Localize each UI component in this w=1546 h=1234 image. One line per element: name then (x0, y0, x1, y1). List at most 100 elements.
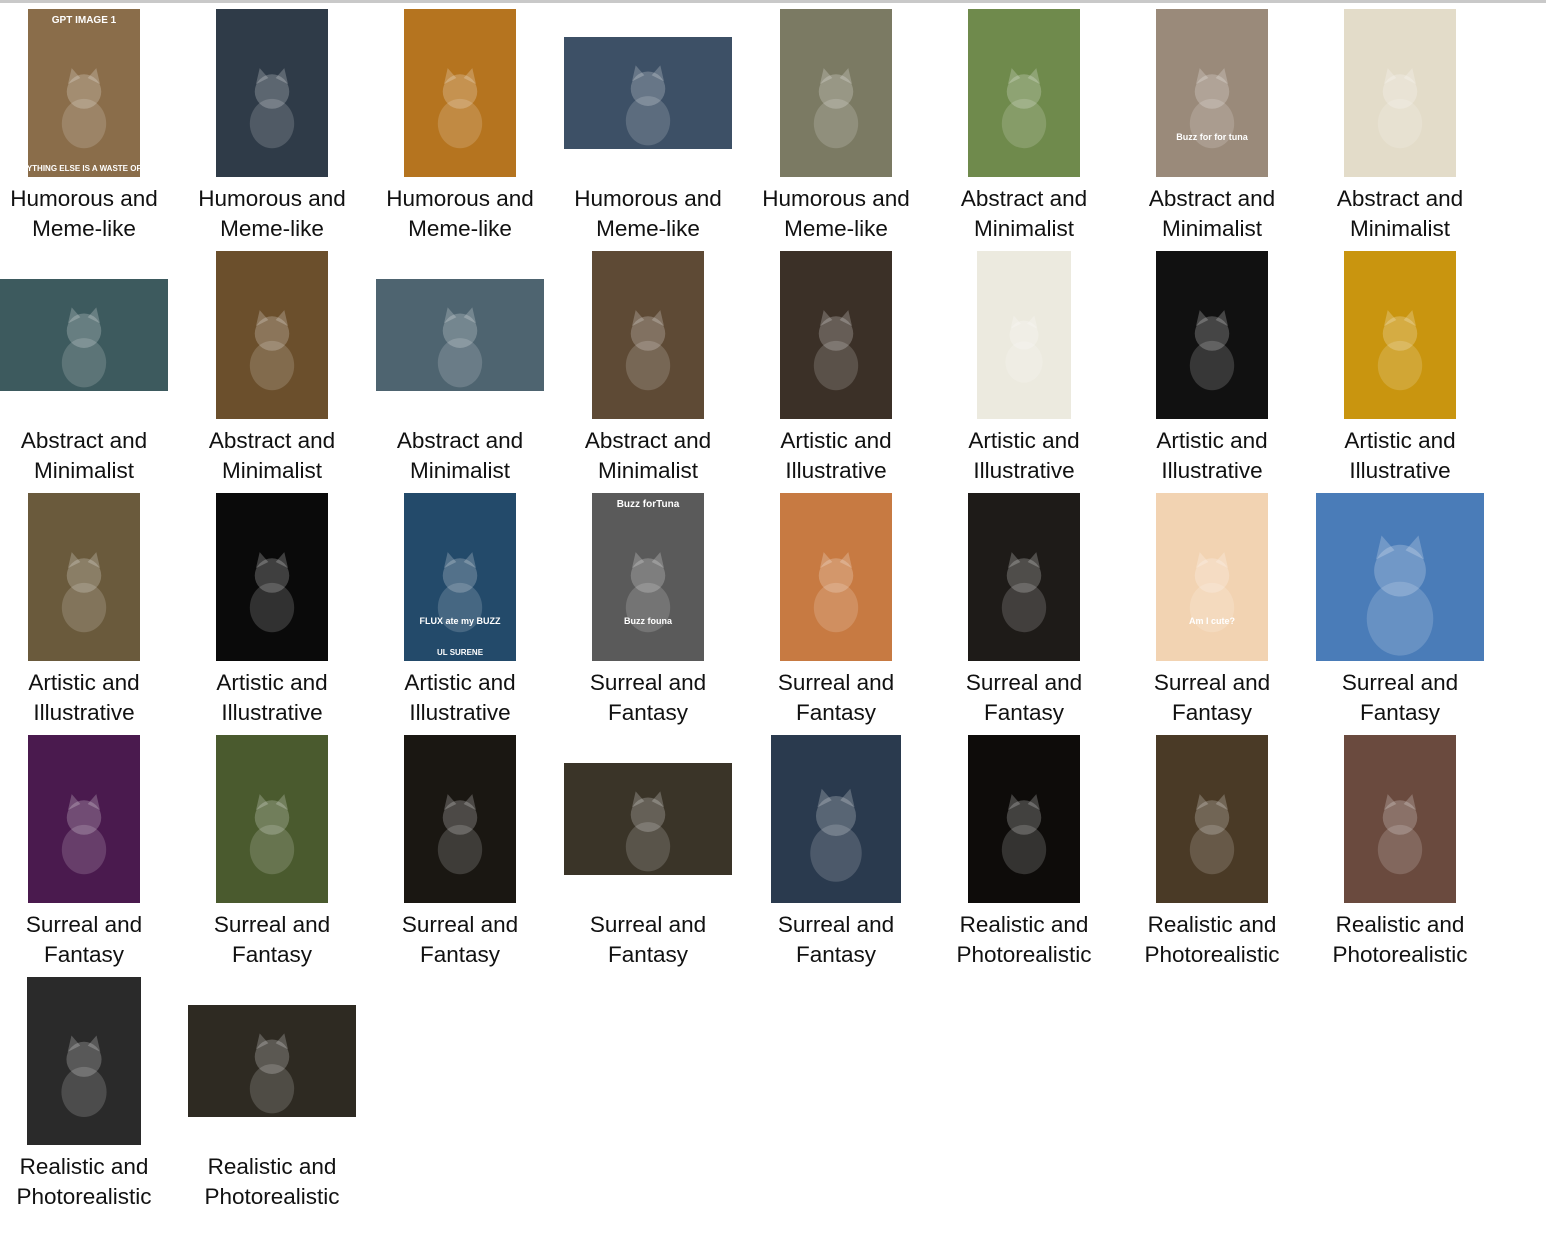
gallery-item[interactable]: GPT IMAGE 1 EVERYTHING ELSE IS A WASTE OF… (0, 2, 178, 244)
cat-image-thumbnail[interactable] (216, 251, 328, 419)
cat-image-thumbnail[interactable] (592, 251, 704, 419)
cat-image-thumbnail[interactable] (27, 977, 141, 1145)
gallery-item[interactable]: Surreal and Fantasy (366, 728, 554, 970)
gallery-item[interactable]: Abstract and Minimalist (178, 244, 366, 486)
cat-image-thumbnail[interactable] (780, 9, 892, 177)
caption-line-1: Artistic and (780, 428, 892, 453)
cat-image-thumbnail[interactable] (968, 9, 1080, 177)
cat-image-thumbnail[interactable] (1344, 251, 1456, 419)
thumbnail-frame (1306, 492, 1494, 662)
cat-image-thumbnail[interactable] (188, 1005, 356, 1117)
caption-line-1: Artistic and (216, 670, 328, 695)
cat-image-thumbnail[interactable] (564, 763, 732, 875)
gallery-item-caption: Artistic and Illustrative (1118, 426, 1306, 486)
cat-image-thumbnail[interactable] (771, 735, 901, 903)
gallery-item[interactable]: Artistic and Illustrative (0, 486, 178, 728)
cat-image-thumbnail[interactable] (1344, 735, 1456, 903)
gallery-item[interactable]: Abstract and Minimalist (554, 244, 742, 486)
cat-image-thumbnail[interactable]: FLUX ate my BUZZ UL SURENE (404, 493, 516, 661)
cat-image-thumbnail[interactable]: Am I cute? (1156, 493, 1268, 661)
gallery-item[interactable]: Abstract and Minimalist (930, 2, 1118, 244)
thumbnail-frame (930, 492, 1118, 662)
cat-image-thumbnail[interactable] (780, 493, 892, 661)
gallery-item-caption: Surreal and Fantasy (554, 668, 742, 728)
cat-image-thumbnail[interactable] (216, 9, 328, 177)
thumbnail-frame (1118, 250, 1306, 420)
gallery-item[interactable]: Realistic and Photorealistic (930, 728, 1118, 970)
cat-image-thumbnail[interactable]: Buzz for for tuna (1156, 9, 1268, 177)
cat-image-thumbnail[interactable] (0, 279, 168, 391)
gallery-item[interactable]: Buzz for for tuna Abstract and Minimalist (1118, 2, 1306, 244)
thumbnail-frame (366, 250, 554, 420)
gallery-item[interactable]: Am I cute? Surreal and Fantasy (1118, 486, 1306, 728)
caption-line-2: Photorealistic (956, 942, 1092, 967)
caption-line-2: Fantasy (1171, 700, 1253, 725)
gallery-item[interactable]: Buzz forTuna Buzz founa Surreal and Fantasy (554, 486, 742, 728)
gallery-item[interactable]: Abstract and Minimalist (366, 244, 554, 486)
cat-image-thumbnail[interactable] (968, 735, 1080, 903)
cat-image-thumbnail[interactable] (1156, 251, 1268, 419)
gallery-item[interactable]: Surreal and Fantasy (742, 728, 930, 970)
caption-line-1: Humorous and (198, 186, 346, 211)
caption-line-2: Minimalist (973, 216, 1074, 241)
caption-line-1: Humorous and (762, 186, 910, 211)
gallery-item[interactable]: Humorous and Meme-like (178, 2, 366, 244)
gallery-item[interactable]: Artistic and Illustrative (1118, 244, 1306, 486)
gallery-item-caption: Artistic and Illustrative (0, 668, 178, 728)
gallery-item[interactable]: Humorous and Meme-like (742, 2, 930, 244)
caption-line-1: Surreal and (213, 912, 331, 937)
gallery-item[interactable]: Artistic and Illustrative (178, 486, 366, 728)
cat-image-thumbnail[interactable] (376, 279, 544, 391)
thumbnail-sign-text: Buzz for for tuna (1176, 132, 1248, 142)
caption-line-2: Minimalist (1349, 216, 1450, 241)
cat-image-thumbnail[interactable]: GPT IMAGE 1 EVERYTHING ELSE IS A WASTE OF… (28, 9, 140, 177)
cat-image-thumbnail[interactable] (1156, 735, 1268, 903)
gallery-item[interactable]: Surreal and Fantasy (178, 728, 366, 970)
caption-line-2: Meme-like (596, 216, 700, 241)
gallery-item[interactable]: Artistic and Illustrative (930, 244, 1118, 486)
caption-line-2: Photorealistic (16, 1184, 152, 1209)
gallery-item[interactable]: Humorous and Meme-like (366, 2, 554, 244)
gallery-item-caption: Humorous and Meme-like (178, 184, 366, 244)
caption-line-2: Illustrative (221, 700, 323, 725)
cat-image-thumbnail[interactable] (564, 37, 732, 149)
cat-image-thumbnail[interactable] (977, 251, 1071, 419)
gallery-item[interactable]: Realistic and Photorealistic (1306, 728, 1494, 970)
gallery-item[interactable]: Humorous and Meme-like (554, 2, 742, 244)
cat-image-thumbnail[interactable]: Buzz forTuna Buzz founa (592, 493, 704, 661)
cat-image-thumbnail[interactable] (216, 493, 328, 661)
gallery-item[interactable]: Surreal and Fantasy (0, 728, 178, 970)
caption-line-2: Illustrative (973, 458, 1075, 483)
gallery-item[interactable]: Abstract and Minimalist (1306, 2, 1494, 244)
cat-image-thumbnail[interactable] (404, 735, 516, 903)
caption-line-1: Surreal and (777, 670, 895, 695)
gallery-item[interactable]: Artistic and Illustrative (742, 244, 930, 486)
gallery-item-caption: Realistic and Photorealistic (930, 910, 1118, 970)
cat-image-thumbnail[interactable] (404, 9, 516, 177)
cat-image-thumbnail[interactable] (780, 251, 892, 419)
thumbnail-frame (178, 976, 366, 1146)
cat-image-thumbnail[interactable] (1316, 493, 1484, 661)
gallery-item-caption: Humorous and Meme-like (742, 184, 930, 244)
gallery-item[interactable]: Abstract and Minimalist (0, 244, 178, 486)
cat-image-thumbnail[interactable] (1344, 9, 1456, 177)
thumbnail-frame (742, 250, 930, 420)
thumbnail-frame (1306, 250, 1494, 420)
gallery-item[interactable]: Surreal and Fantasy (1306, 486, 1494, 728)
gallery-item[interactable]: Surreal and Fantasy (742, 486, 930, 728)
gallery-item[interactable]: Surreal and Fantasy (554, 728, 742, 970)
cat-image-thumbnail[interactable] (28, 493, 140, 661)
gallery-item[interactable]: Realistic and Photorealistic (0, 970, 178, 1212)
gallery-item[interactable]: Realistic and Photorealistic (1118, 728, 1306, 970)
cat-image-thumbnail[interactable] (968, 493, 1080, 661)
gallery-item[interactable]: FLUX ate my BUZZ UL SURENE Artistic and Ill… (366, 486, 554, 728)
caption-line-1: Abstract and (1336, 186, 1464, 211)
gallery-item[interactable]: Realistic and Photorealistic (178, 970, 366, 1212)
gallery-item[interactable]: Artistic and Illustrative (1306, 244, 1494, 486)
thumbnail-frame (0, 492, 178, 662)
caption-line-2: Fantasy (43, 942, 125, 967)
caption-line-1: Realistic and (19, 1154, 149, 1179)
gallery-item[interactable]: Surreal and Fantasy (930, 486, 1118, 728)
cat-image-thumbnail[interactable] (28, 735, 140, 903)
cat-image-thumbnail[interactable] (216, 735, 328, 903)
